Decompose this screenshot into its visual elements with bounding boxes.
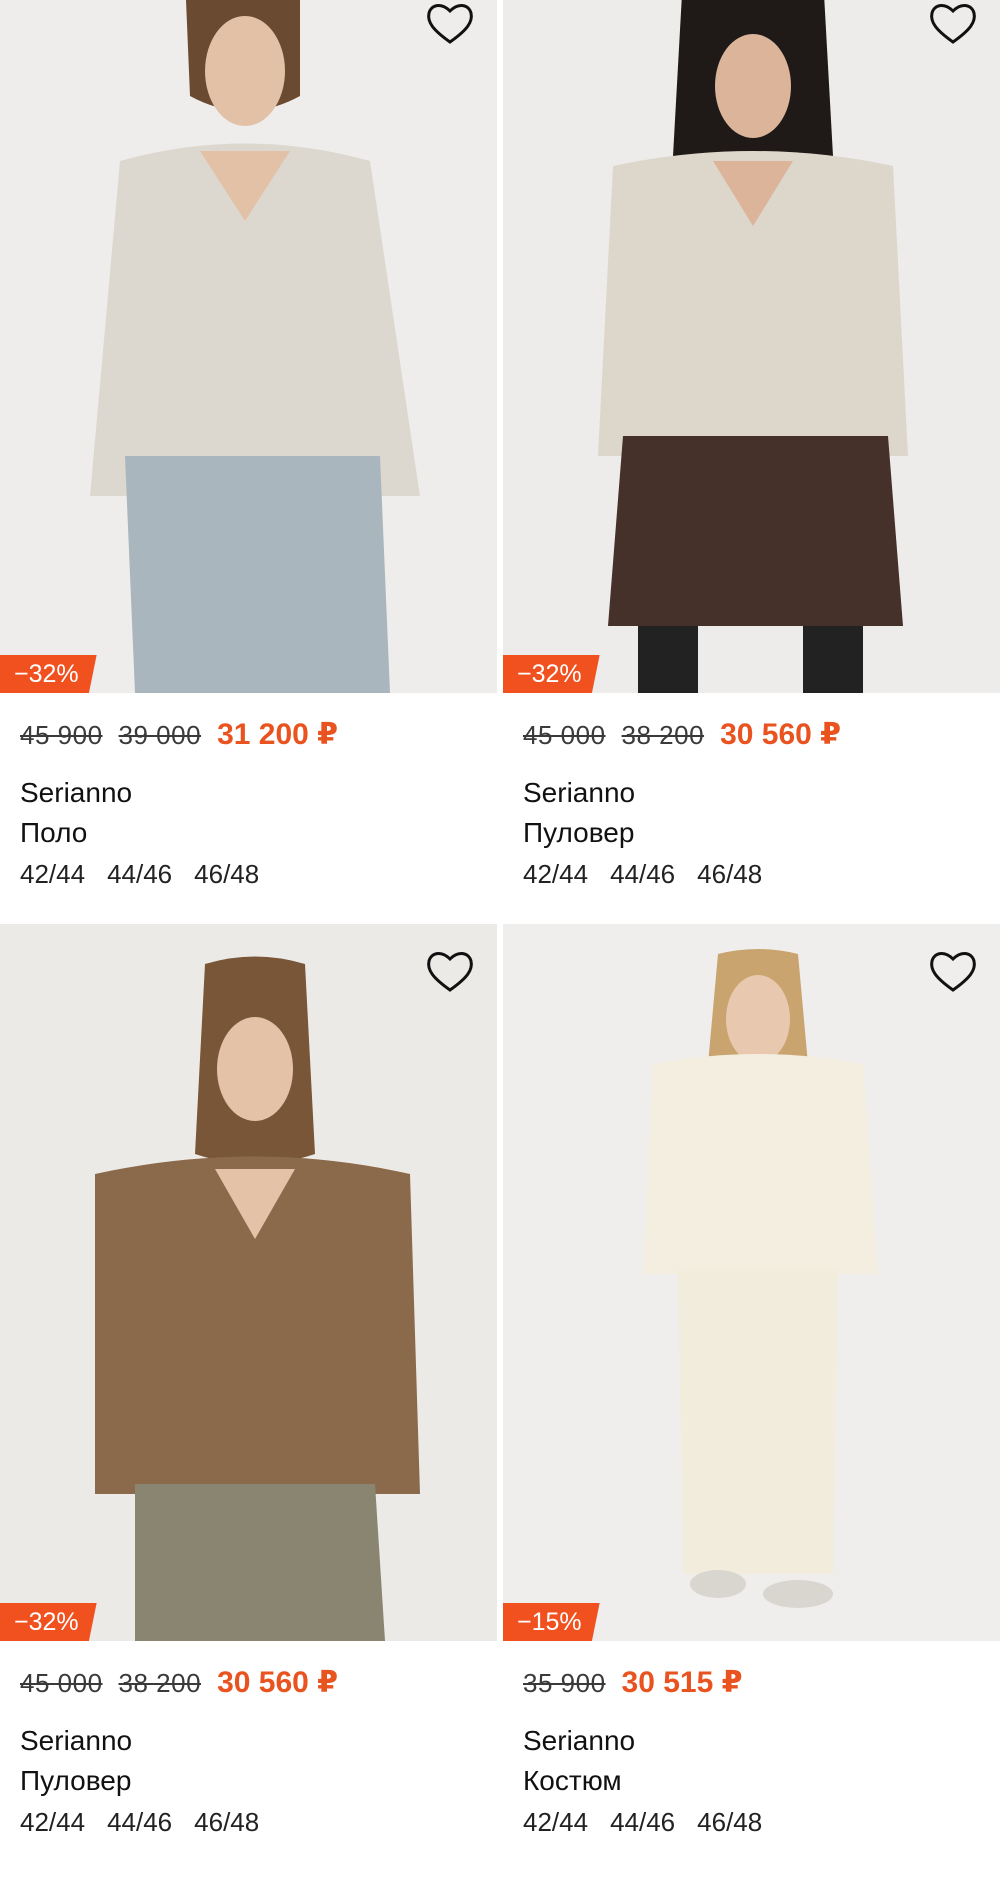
current-price: 30 560 ₽	[720, 718, 842, 751]
old-price: 45 000	[20, 1668, 103, 1698]
previous-price: 38 200	[118, 1668, 202, 1698]
product-brand[interactable]: Serianno	[503, 773, 1000, 813]
old-price: 45 000	[523, 720, 606, 750]
product-card[interactable]: −32% 45 000 38 200 30 560 ₽ Serianno Пул…	[0, 924, 497, 1866]
product-image[interactable]: −32%	[503, 0, 1000, 693]
discount-badge: −32%	[503, 655, 600, 693]
previous-price: 39 000	[118, 720, 202, 750]
price-row: 35 900 30 515 ₽	[503, 1641, 1000, 1705]
product-photo-illustration	[0, 0, 497, 693]
heart-outline-icon[interactable]	[425, 948, 475, 994]
product-grid: −32% 45 900 39 000 31 200 ₽ Serianno Пол…	[0, 0, 1000, 1882]
product-card[interactable]: −32% 45 000 38 200 30 560 ₽ Serianno Пул…	[503, 0, 1000, 918]
size-option[interactable]: 42/44	[523, 1807, 588, 1838]
product-type[interactable]: Пуловер	[0, 1761, 497, 1801]
size-option[interactable]: 44/46	[610, 1807, 675, 1838]
old-price: 35 900	[523, 1668, 606, 1698]
discount-badge: −15%	[503, 1603, 600, 1641]
product-image[interactable]: −32%	[0, 924, 497, 1641]
product-image[interactable]: −32%	[0, 0, 497, 693]
size-option[interactable]: 44/46	[107, 1807, 172, 1838]
product-type[interactable]: Поло	[0, 813, 497, 853]
size-option[interactable]: 42/44	[20, 1807, 85, 1838]
size-list: 42/44 44/46 46/48	[503, 1801, 1000, 1838]
size-option[interactable]: 46/48	[697, 1807, 762, 1838]
product-card[interactable]: −15% 35 900 30 515 ₽ Serianno Костюм 42/…	[503, 924, 1000, 1866]
size-option[interactable]: 42/44	[20, 859, 85, 890]
size-option[interactable]: 44/46	[107, 859, 172, 890]
current-price: 31 200 ₽	[217, 718, 339, 751]
size-option[interactable]: 44/46	[610, 859, 675, 890]
size-option[interactable]: 42/44	[523, 859, 588, 890]
size-list: 42/44 44/46 46/48	[503, 853, 1000, 890]
size-list: 42/44 44/46 46/48	[0, 1801, 497, 1838]
product-photo-illustration	[0, 924, 497, 1641]
size-option[interactable]: 46/48	[194, 1807, 259, 1838]
product-image[interactable]: −15%	[503, 924, 1000, 1641]
heart-outline-icon[interactable]	[425, 0, 475, 46]
product-brand[interactable]: Serianno	[0, 1721, 497, 1761]
product-brand[interactable]: Serianno	[503, 1721, 1000, 1761]
product-photo-illustration	[503, 924, 1000, 1641]
size-option[interactable]: 46/48	[194, 859, 259, 890]
product-type[interactable]: Костюм	[503, 1761, 1000, 1801]
product-type[interactable]: Пуловер	[503, 813, 1000, 853]
old-price: 45 900	[20, 720, 103, 750]
discount-badge: −32%	[0, 655, 97, 693]
product-card[interactable]: −32% 45 900 39 000 31 200 ₽ Serianno Пол…	[0, 0, 497, 918]
price-row: 45 900 39 000 31 200 ₽	[0, 693, 497, 757]
product-photo-illustration	[503, 0, 1000, 693]
current-price: 30 515 ₽	[621, 1666, 743, 1699]
size-list: 42/44 44/46 46/48	[0, 853, 497, 890]
size-option[interactable]: 46/48	[697, 859, 762, 890]
heart-outline-icon[interactable]	[928, 0, 978, 46]
previous-price: 38 200	[621, 720, 705, 750]
discount-badge: −32%	[0, 1603, 97, 1641]
current-price: 30 560 ₽	[217, 1666, 339, 1699]
product-brand[interactable]: Serianno	[0, 773, 497, 813]
price-row: 45 000 38 200 30 560 ₽	[0, 1641, 497, 1705]
heart-outline-icon[interactable]	[928, 948, 978, 994]
price-row: 45 000 38 200 30 560 ₽	[503, 693, 1000, 757]
